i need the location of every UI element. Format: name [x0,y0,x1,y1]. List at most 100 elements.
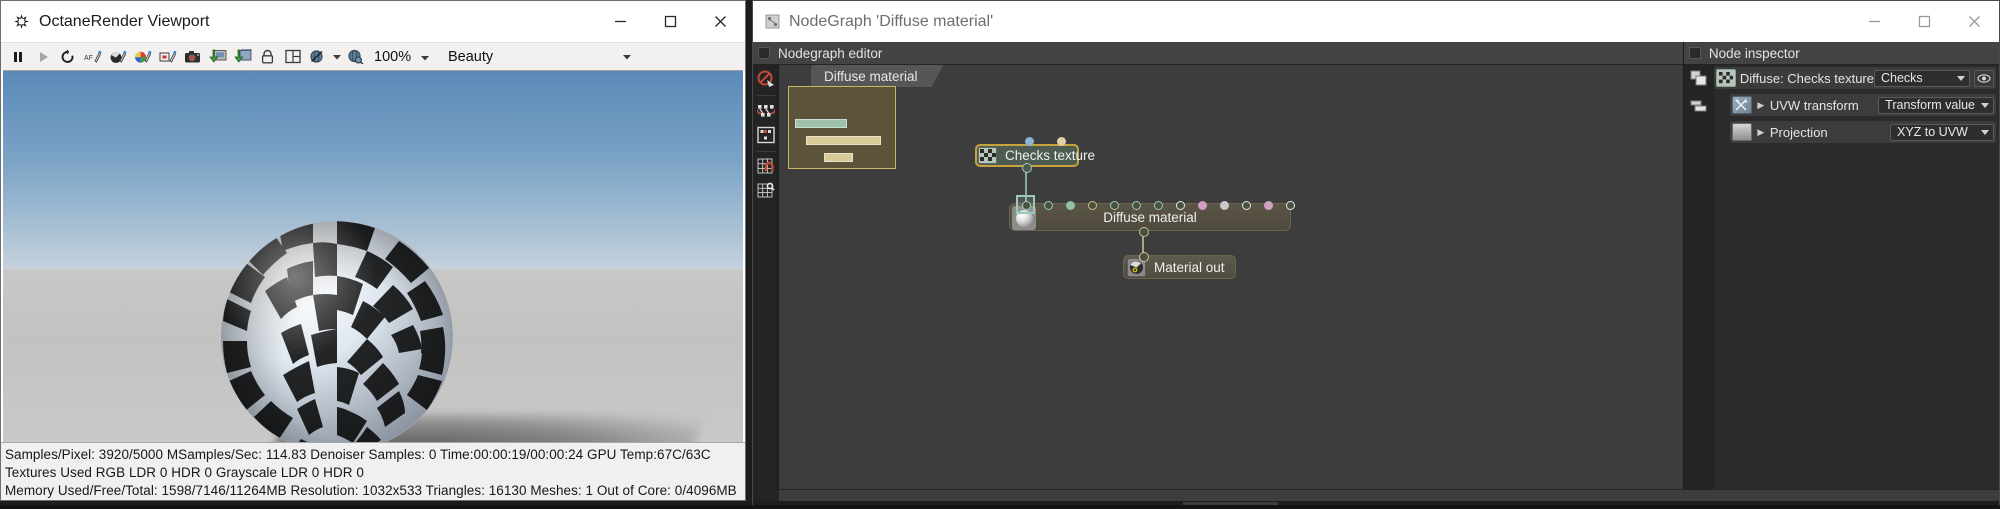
node-inspector-header: Node inspector [1683,42,1999,65]
nodegraph-window-controls [1849,1,1999,42]
viewport-window-controls [595,1,745,42]
color-picker-icon[interactable] [130,45,155,69]
focus-picker-icon[interactable]: AF [80,45,105,69]
diffuse-material-node-label: Diffuse material [1103,209,1197,225]
checks-input-pin-2[interactable] [1057,137,1066,146]
diffuse-input-pin-13[interactable] [1286,201,1295,210]
screen-bottom-edge [0,505,2000,509]
inspector-collapse-icon[interactable] [1688,47,1701,59]
chevron-down-icon [1957,74,1965,83]
projection-row[interactable]: ▶ Projection XYZ to UVW [1729,121,1996,143]
viewport-maximize-button[interactable] [645,1,695,42]
nodegraph-editor-title: Nodegraph editor [778,45,883,61]
restart-render-button[interactable] [55,45,80,69]
nodegraph-window: NodeGraph 'Diffuse material' Nodegraph e… [752,0,2000,509]
render-pass-dropdown-arrow-icon[interactable] [620,45,633,69]
minimap-node-matout [824,153,853,162]
checks-texture-icon [1715,69,1736,87]
nodegraph-side-toolbar [753,65,779,489]
material-out-input-pin[interactable] [1138,252,1149,262]
nodegraph-body: Nodegraph editor Diffuse material Checks… [753,42,1999,489]
chevron-down-icon [1981,101,1989,110]
lock-icon[interactable] [255,45,280,69]
save-image-icon[interactable] [205,45,230,69]
toolbar-divider-2 [756,151,775,152]
paste-icon[interactable] [1690,99,1707,117]
pause-render-button[interactable] [5,45,30,69]
clay-mode-dropdown-arrow-icon[interactable] [330,45,343,69]
nodegraph-canvas[interactable]: Diffuse material Checks texture Diffuse … [779,65,1683,489]
diffuse-input-pin-8[interactable] [1176,201,1185,210]
ungroup-nodes-icon[interactable] [755,124,777,146]
group-nodes-icon[interactable] [755,100,777,122]
diffuse-input-pin-3[interactable] [1066,201,1075,210]
viewport-title: OctaneRender Viewport [39,12,210,30]
nodegraph-main: Diffuse material Checks texture Diffuse … [753,65,1683,489]
nodegraph-icon [764,14,780,30]
diffuse-checks-texture-row[interactable]: Diffuse: Checks texture Checks [1713,67,1996,89]
node-inspector-panel: Node inspector Diffuse: Checks texture C… [1682,42,1999,489]
diffuse-input-pin-diffuse[interactable] [1021,200,1031,210]
checkered-sphere [221,221,453,442]
nodegraph-maximize-button[interactable] [1899,1,1949,42]
sphere-checker-pattern [221,221,453,442]
projection-select[interactable]: XYZ to UVW [1890,123,1994,141]
grid-view-icon[interactable] [755,180,777,202]
zoom-mode-icon[interactable] [343,45,368,69]
status-line-samples: Samples/Pixel: 3920/5000 MSamples/Sec: 1… [5,447,711,462]
checks-type-select[interactable]: Checks [1874,69,1970,87]
expand-arrow-icon[interactable]: ▶ [1754,100,1768,111]
uvw-transform-row[interactable]: ▶ UVW transform Transform value [1729,94,1996,116]
save-layers-icon[interactable] [230,45,255,69]
render-viewport[interactable] [3,70,743,442]
nodegraph-titlebar[interactable]: NodeGraph 'Diffuse material' [753,1,1999,42]
diffuse-input-pin-5[interactable] [1110,201,1119,210]
node-inspector-body: Diffuse: Checks texture Checks ▶ UVW tra… [1683,65,1999,489]
svg-text:AF: AF [84,55,93,62]
status-line-textures: Textures Used RGB LDR 0 HDR 0 Grayscale … [5,465,364,480]
nodegraph-close-button[interactable] [1949,1,1999,42]
visibility-toggle-button[interactable] [1974,69,1994,87]
magnet-grid-icon[interactable] [755,156,777,178]
diffuse-input-pin-2[interactable] [1044,201,1053,210]
panel-collapse-icon[interactable] [758,47,770,59]
nodegraph-tab-diffuse-material[interactable]: Diffuse material [811,65,944,87]
clay-mode-icon[interactable] [305,45,330,69]
diffuse-output-pin[interactable] [1138,227,1149,237]
camera-icon[interactable] [180,45,205,69]
zoom-level-dropdown-arrow-icon [421,49,430,65]
diffuse-input-pin-12[interactable] [1264,201,1273,210]
nodegraph-minimap[interactable] [788,86,896,169]
expand-arrow-icon[interactable]: ▶ [1754,127,1768,138]
render-pass-select[interactable]: Beauty [442,46,572,68]
diffuse-input-pin-7[interactable] [1154,201,1163,210]
minimap-node-diffuse [806,136,881,145]
projection-icon [1731,123,1752,141]
projection-value: XYZ to UVW [1897,125,1968,139]
render-pass-value: Beauty [448,48,494,65]
material-picker-icon[interactable] [105,45,130,69]
diffuse-input-pin-11[interactable] [1242,201,1251,210]
viewport-toolbar: AF 100% Beauty [1,42,745,70]
material-out-node-label: Material out [1154,259,1225,275]
zoom-level-select[interactable]: 100% [368,46,442,68]
diffuse-input-pin-6[interactable] [1132,201,1141,210]
viewport-minimize-button[interactable] [595,1,645,42]
render-statistics: Samples/Pixel: 3920/5000 MSamples/Sec: 1… [1,442,745,500]
checks-output-pin[interactable] [1021,163,1032,173]
diffuse-input-pin-9[interactable] [1198,201,1207,210]
diffuse-input-pin-10[interactable] [1220,201,1229,210]
screen-root: OctaneRender Viewport AF 100% Beauty Sam… [0,0,2000,509]
start-render-button[interactable] [30,45,55,69]
nodegraph-minimize-button[interactable] [1849,1,1899,42]
checks-input-pin-1[interactable] [1025,137,1034,146]
grid-icon[interactable] [280,45,305,69]
delete-node-icon[interactable] [755,68,777,90]
viewport-titlebar[interactable]: OctaneRender Viewport [1,1,745,42]
region-picker-icon[interactable] [155,45,180,69]
uvw-transform-select[interactable]: Transform value [1878,96,1994,114]
octane-viewport-window: OctaneRender Viewport AF 100% Beauty Sam… [0,0,746,501]
viewport-close-button[interactable] [695,1,745,42]
copy-icon[interactable] [1690,70,1707,91]
diffuse-input-pin-4[interactable] [1088,201,1097,210]
